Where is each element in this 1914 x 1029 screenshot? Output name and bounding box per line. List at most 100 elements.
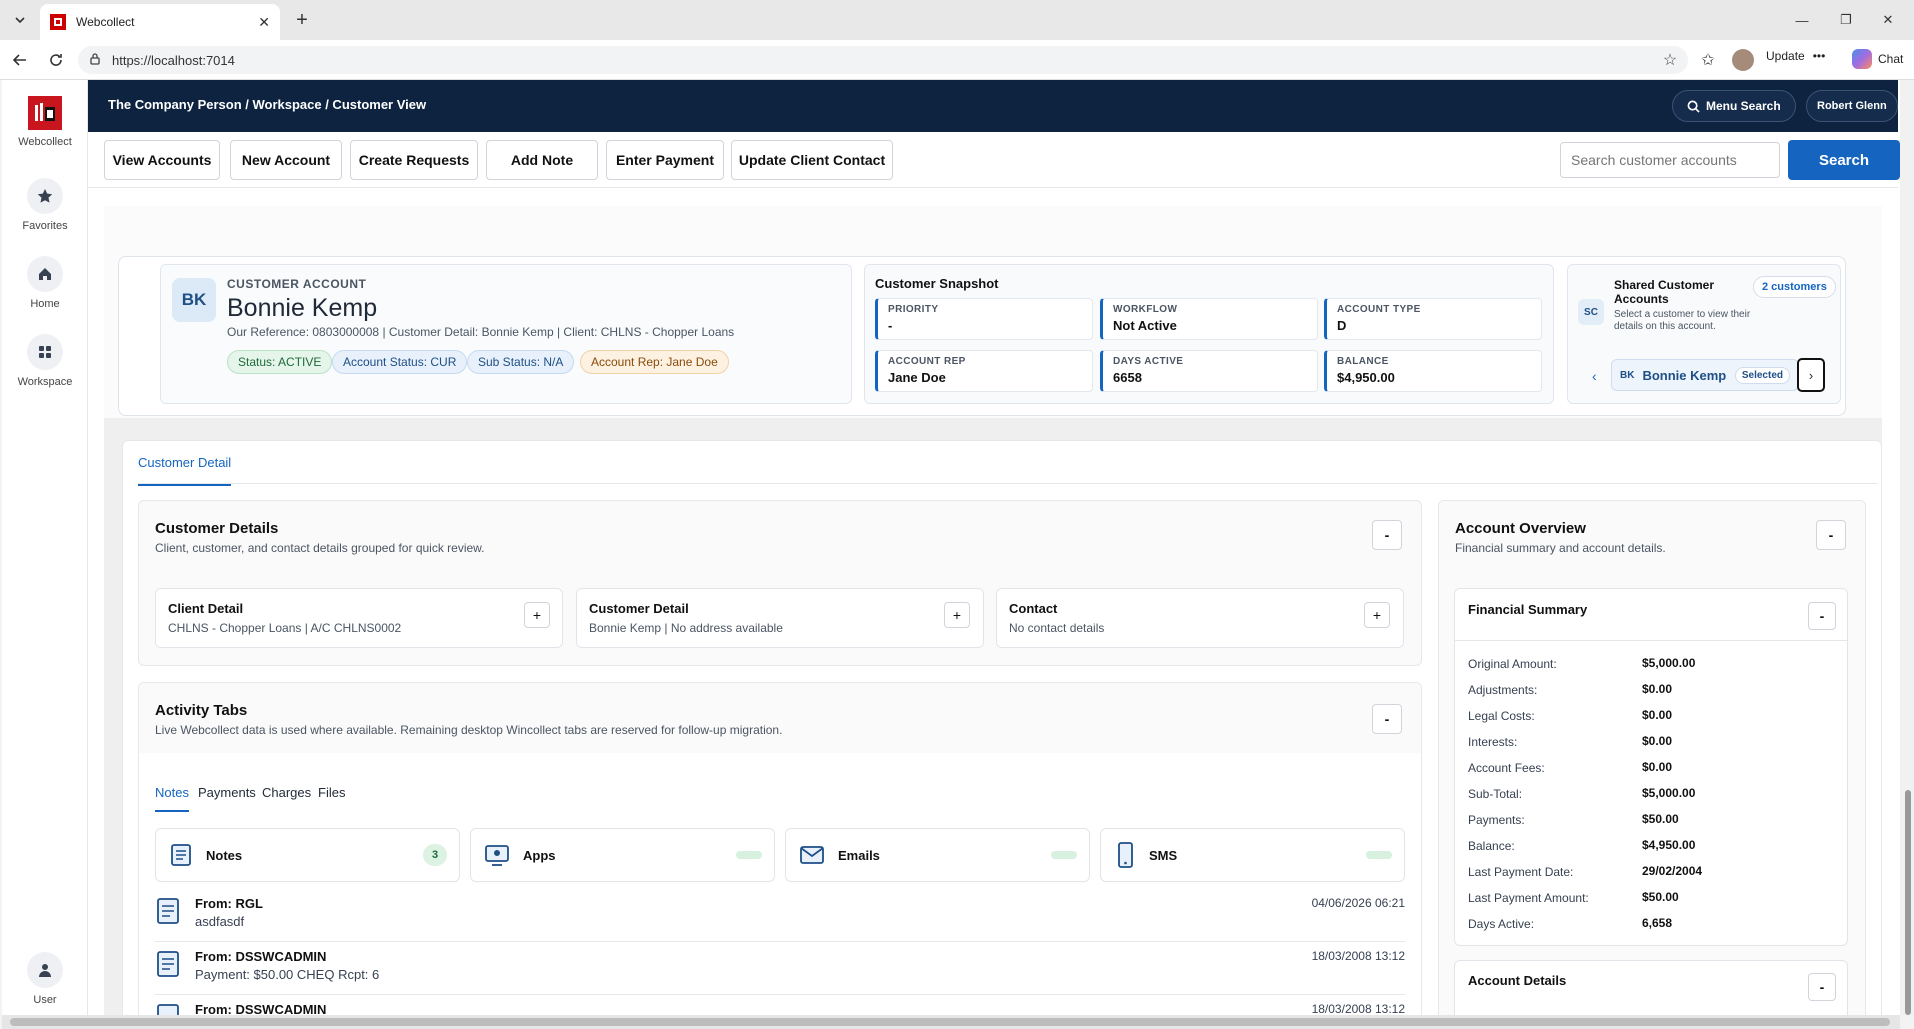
account-overview-collapse-button[interactable]: - <box>1816 520 1846 550</box>
close-window-icon[interactable]: ✕ <box>1866 8 1910 32</box>
customer-details-title: Customer Details <box>155 520 279 537</box>
shared-next-chevron-icon[interactable]: › <box>1797 358 1825 392</box>
tile-key: DAYS ACTIVE <box>1113 356 1184 367</box>
nav-favorites-label: Favorites <box>22 220 68 232</box>
nav-workspace[interactable]: Workspace <box>2 334 88 388</box>
update-label: Update <box>1766 49 1805 63</box>
chat-label: Chat <box>1878 52 1904 66</box>
customer-reference: Our Reference: 0803000008 | Customer Det… <box>227 325 735 339</box>
sms-loading-indicator <box>1366 851 1392 859</box>
shared-title: Shared Customer Accounts <box>1614 278 1715 306</box>
browser-tab[interactable]: Webcollect ✕ <box>40 4 280 40</box>
apps-summary-card[interactable]: Apps <box>470 828 775 882</box>
apps-loading-indicator <box>736 851 762 859</box>
enter-payment-button[interactable]: Enter Payment <box>606 140 724 180</box>
favorites-icon[interactable]: ✩ <box>1696 48 1720 72</box>
phone-icon <box>1118 842 1133 868</box>
fin-label-payments: Payments: <box>1468 813 1525 827</box>
fin-value-original-amount: $5,000.00 <box>1642 656 1696 670</box>
emails-summary-card[interactable]: Emails <box>785 828 1090 882</box>
customer-search-input[interactable] <box>1560 142 1780 178</box>
nav-user-label: User <box>33 994 57 1006</box>
customer-detail-expand-button[interactable]: + <box>944 602 970 628</box>
add-note-button[interactable]: Add Note <box>486 140 598 180</box>
search-button[interactable]: Search <box>1788 140 1900 180</box>
client-detail-expand-button[interactable]: + <box>524 602 550 628</box>
client-detail-summary: CHLNS - Chopper Loans | A/C CHLNS0002 <box>168 621 402 635</box>
brand-logo[interactable]: Webcollect <box>2 96 88 148</box>
account-overview-title: Account Overview <box>1455 520 1586 537</box>
fin-label-adjustments: Adjustments: <box>1468 683 1538 697</box>
bookmark-star-icon[interactable]: ☆ <box>1658 48 1682 72</box>
nav-home[interactable]: Home <box>2 256 88 310</box>
notes-summary-card[interactable]: Notes 3 <box>155 828 460 882</box>
customer-detail-summary: Bonnie Kemp | No address available <box>589 621 783 635</box>
back-arrow-icon[interactable] <box>8 48 32 72</box>
contact-title: Contact <box>1009 601 1058 616</box>
fin-label-last-payment-amount: Last Payment Amount: <box>1468 891 1589 905</box>
fin-label-interests: Interests: <box>1468 735 1518 749</box>
tab-files[interactable]: Files <box>318 785 345 800</box>
url-field[interactable]: https://localhost:7014 <box>78 46 1688 74</box>
tile-value: D <box>1337 318 1347 333</box>
note-date: 18/03/2008 13:12 <box>1311 1002 1405 1015</box>
note-item[interactable]: From: DSSWCADMIN Payment: $50.00 CHEQ Rc… <box>155 943 1405 995</box>
customer-details-collapse-button[interactable]: - <box>1372 520 1402 550</box>
customer-account-label: CUSTOMER ACCOUNT <box>227 277 367 291</box>
restore-icon[interactable]: ❐ <box>1824 8 1868 32</box>
snapshot-tile-account-type: ACCOUNT TYPE D <box>1324 298 1542 340</box>
sms-summary-card[interactable]: SMS <box>1100 828 1405 882</box>
tile-value: $4,950.00 <box>1337 370 1395 385</box>
tab-customer-detail[interactable]: Customer Detail <box>138 455 232 486</box>
horizontal-scrollbar-thumb[interactable] <box>10 1018 1890 1026</box>
client-detail-card[interactable]: Client Detail CHLNS - Chopper Loans | A/… <box>155 588 563 648</box>
note-item[interactable]: From: RGL asdfasdf 04/06/2026 06:21 <box>155 890 1405 942</box>
tab-charges[interactable]: Charges <box>262 785 311 800</box>
new-tab-icon[interactable]: + <box>290 8 314 32</box>
create-requests-button[interactable]: Create Requests <box>350 140 478 180</box>
update-client-contact-button[interactable]: Update Client Contact <box>731 140 893 180</box>
more-icon[interactable]: ••• <box>1813 49 1826 63</box>
notes-icon <box>171 844 191 866</box>
new-account-button[interactable]: New Account <box>230 140 342 180</box>
user-menu-button[interactable]: Robert Glenn <box>1806 90 1898 122</box>
chat-button[interactable]: Chat <box>1852 49 1903 69</box>
tab-notes[interactable]: Notes <box>155 785 189 812</box>
tile-value: 6658 <box>1113 370 1142 385</box>
account-overview-subtitle: Financial summary and account details. <box>1455 541 1666 555</box>
shared-prev-chevron-icon[interactable]: ‹ <box>1592 368 1597 384</box>
tab-list-chevron-icon[interactable] <box>8 8 32 32</box>
contact-expand-button[interactable]: + <box>1364 602 1390 628</box>
vertical-scrollbar-thumb[interactable] <box>1905 790 1911 1015</box>
selected-badge: Selected <box>1734 366 1790 384</box>
customer-detail-card[interactable]: Customer Detail Bonnie Kemp | No address… <box>576 588 984 648</box>
emails-summary-label: Emails <box>838 847 880 863</box>
fin-value-account-fees: $0.00 <box>1642 760 1673 774</box>
fin-value-last-payment-date: 29/02/2004 <box>1642 864 1703 878</box>
fin-value-last-payment-amount: $50.00 <box>1642 890 1679 904</box>
view-accounts-button[interactable]: View Accounts <box>104 140 220 180</box>
nav-workspace-label: Workspace <box>17 376 73 388</box>
nav-user[interactable]: User <box>2 952 88 1006</box>
activity-collapse-button[interactable]: - <box>1372 704 1402 734</box>
note-item[interactable]: From: DSSWCADMIN 18/03/2008 13:12 <box>155 996 1405 1015</box>
menu-search-button[interactable]: Menu Search <box>1672 90 1796 122</box>
shared-customer-item[interactable]: BK Bonnie Kemp Selected <box>1611 359 1799 391</box>
financial-divider <box>1455 640 1847 641</box>
note-icon <box>157 951 179 977</box>
profile-avatar[interactable] <box>1732 49 1754 71</box>
user-name: Robert Glenn <box>1817 100 1887 112</box>
financial-summary-collapse-button[interactable]: - <box>1808 602 1836 630</box>
note-content: From: RGL asdfasdf <box>195 896 263 929</box>
note-content: From: DSSWCADMIN Payment: $50.00 CHEQ Rc… <box>195 949 379 982</box>
tab-payments[interactable]: Payments <box>198 785 256 800</box>
note-from: From: RGL <box>195 896 263 911</box>
update-button[interactable]: Update ••• <box>1766 49 1825 63</box>
close-tab-icon[interactable]: ✕ <box>258 14 270 31</box>
reload-icon[interactable] <box>44 48 68 72</box>
minimize-icon[interactable]: — <box>1780 8 1824 32</box>
account-details-collapse-button[interactable]: - <box>1808 973 1836 1001</box>
site-info-icon[interactable] <box>88 52 102 69</box>
nav-favorites[interactable]: Favorites <box>2 178 88 232</box>
contact-card[interactable]: Contact No contact details <box>996 588 1404 648</box>
